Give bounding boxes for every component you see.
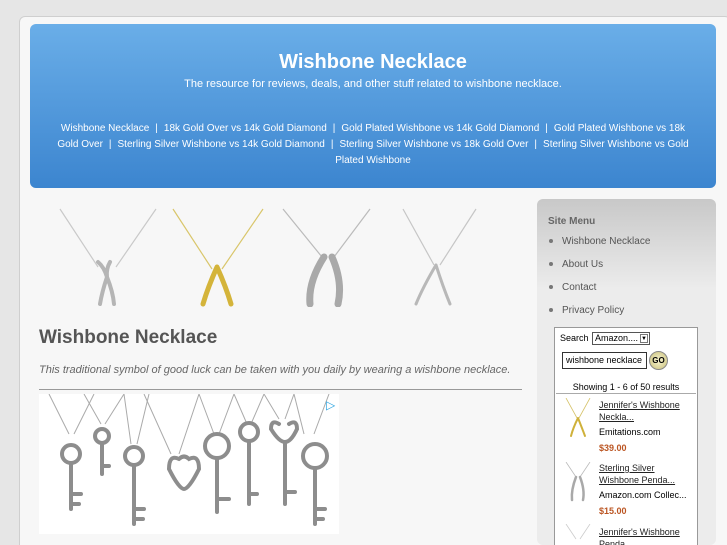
search-source-select[interactable]: Amazon.... ▼ [592,332,650,345]
nav-link-wishbone-necklace[interactable]: Wishbone Necklace [61,123,149,134]
content-intro: This traditional symbol of good luck can… [39,364,511,376]
key-necklaces-image [48,393,330,526]
site-tagline: The resource for reviews, deals, and oth… [184,78,562,90]
sterling-wishbone-pendant-image[interactable] [278,207,378,307]
nav-separator: | [332,123,336,134]
result-merchant: Amazon.com Collec... [599,490,687,500]
chevron-down-icon: ▼ [640,334,648,343]
nav-separator: | [534,139,538,150]
thin-silver-wishbone-image[interactable] [388,207,488,307]
results-count: Showing 1 - 6 of 50 results [572,382,680,392]
gold-wishbone-necklace-image[interactable] [168,207,268,307]
result-merchant: Emitations.com [599,427,661,437]
header-nav: Wishbone Necklace | 18k Gold Over vs 14k G… [50,121,696,169]
silver-wishbone-necklace-image[interactable] [58,207,158,307]
search-source-value: Amazon.... [595,333,639,343]
result-title-link[interactable]: Jennifer's Wishbone Neckla... [599,399,689,423]
nav-separator: | [545,123,548,134]
result-price: $39.00 [599,443,627,453]
results-divider [556,393,696,394]
bullet-icon [549,239,553,244]
result-thumbnail[interactable] [562,462,594,502]
nav-link-18k-vs-14k[interactable]: 18k Gold Over vs 14k Gold Diamond [164,123,327,134]
site-header: Wishbone Necklace The resource for revie… [30,24,716,188]
nav-link-gold-plated-vs-14k[interactable]: Gold Plated Wishbone vs 14k Gold Diamond [341,123,539,134]
result-title-link[interactable]: Jennifer's Wishbone Penda... [599,526,689,545]
site-menu-title: Site Menu [548,216,596,227]
search-input[interactable]: wishbone necklace [562,352,647,369]
nav-separator: | [155,123,158,134]
adchoices-icon[interactable]: ▷ [326,398,335,412]
menu-item-label: Contact [562,282,597,293]
bullet-icon [549,262,553,267]
search-label: Search [560,333,589,343]
result-price: $15.00 [599,506,627,516]
menu-item-label: About Us [562,259,604,270]
menu-item-privacy-policy[interactable]: Privacy Policy [549,305,624,316]
bullet-icon [549,308,553,313]
content-divider [39,389,522,390]
menu-item-label: Wishbone Necklace [562,236,651,247]
bullet-icon [549,285,553,290]
advertisement-banner[interactable] [39,393,339,534]
nav-separator: | [330,139,334,150]
menu-item-wishbone-necklace[interactable]: Wishbone Necklace [549,236,650,247]
menu-item-label: Privacy Policy [562,305,625,316]
result-title-link[interactable]: Sterling Silver Wishbone Penda... [599,462,689,486]
nav-separator: | [108,139,112,150]
content-title: Wishbone Necklace [39,327,218,348]
go-button[interactable]: GO [649,351,668,370]
result-thumbnail[interactable] [562,398,594,438]
site-title[interactable]: Wishbone Necklace [30,51,716,74]
nav-link-sterling-vs-18k[interactable]: Sterling Silver Wishbone vs 18k Gold Ove… [339,139,528,150]
result-thumbnail[interactable] [562,524,594,545]
menu-item-about-us[interactable]: About Us [549,259,603,270]
menu-item-contact[interactable]: Contact [549,282,596,293]
nav-link-sterling-vs-14k[interactable]: Sterling Silver Wishbone vs 14k Gold Dia… [118,139,325,150]
